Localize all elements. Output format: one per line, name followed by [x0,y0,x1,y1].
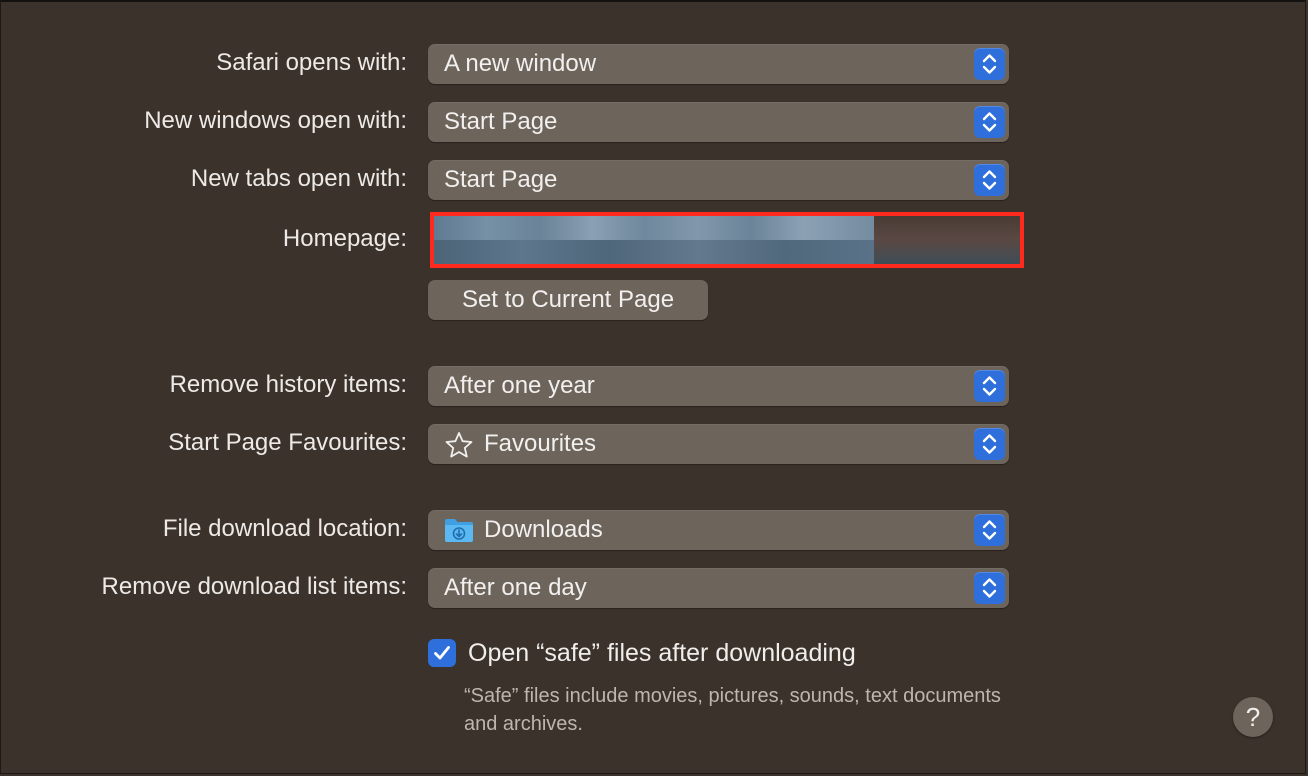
safari-opens-with-label: Safari opens with: [216,49,407,76]
popup-stepper-icon [974,572,1005,604]
remove-history-items-label: Remove history items: [169,371,407,398]
popup-stepper-icon [974,428,1005,460]
new-tabs-open-with-value: Start Page [444,166,558,193]
safari-opens-with-popup[interactable]: A new window [428,44,1009,84]
homepage-input[interactable] [430,212,1024,268]
file-download-location-value: Downloads [484,516,603,543]
open-safe-files-checkbox[interactable] [428,639,456,667]
open-safe-files-label[interactable]: Open “safe” files after downloading [468,639,856,667]
popup-stepper-icon [974,106,1005,138]
remove-download-list-items-label: Remove download list items: [101,573,407,600]
new-tabs-open-with-label: New tabs open with: [190,165,407,192]
safari-opens-with-value: A new window [444,50,597,77]
start-page-favourites-label: Start Page Favourites: [168,429,407,456]
popup-stepper-icon [974,48,1005,80]
remove-download-list-items-popup[interactable]: After one day [428,568,1009,608]
homepage-label: Homepage: [282,225,407,252]
start-page-favourites-popup[interactable]: Favourites [428,424,1009,464]
homepage-value [434,216,1020,264]
remove-history-items-popup[interactable]: After one year [428,366,1009,406]
help-button[interactable]: ? [1233,697,1273,737]
checkmark-icon [434,646,450,660]
new-windows-open-with-popup[interactable]: Start Page [428,102,1009,142]
general-preferences-pane: Safari opens with: A new window New wind… [0,0,1306,774]
safe-files-hint: “Safe” files include movies, pictures, s… [464,685,1001,735]
file-download-location-label: File download location: [162,515,407,542]
popup-stepper-icon [974,164,1005,196]
set-to-current-page-button[interactable]: Set to Current Page [428,280,708,320]
new-windows-open-with-value: Start Page [444,108,558,135]
downloads-folder-icon [444,517,474,543]
remove-download-list-items-value: After one day [444,574,587,601]
new-tabs-open-with-popup[interactable]: Start Page [428,160,1009,200]
new-windows-open-with-label: New windows open with: [144,107,407,134]
start-page-favourites-value: Favourites [484,430,597,457]
file-download-location-popup[interactable]: Downloads [428,510,1009,550]
popup-stepper-icon [974,370,1005,402]
star-icon [444,431,474,458]
remove-history-items-value: After one year [444,372,595,399]
popup-stepper-icon [974,514,1005,546]
